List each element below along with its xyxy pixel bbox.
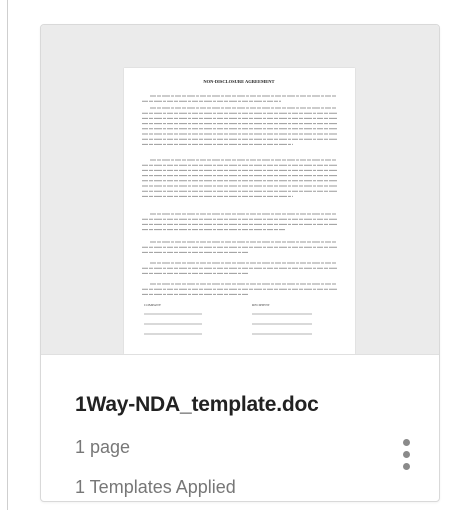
page-preview-graphic: NON-DISCLOSURE AGREEMENT COMPANY RECIPIE… — [142, 79, 337, 335]
preview-signature-right: RECIPIENT — [252, 303, 271, 307]
document-card[interactable]: NON-DISCLOSURE AGREEMENT COMPANY RECIPIE… — [40, 24, 440, 502]
panel-left-border — [7, 0, 8, 510]
templates-applied-count: 1 Templates Applied — [75, 477, 236, 497]
document-thumbnail[interactable]: NON-DISCLOSURE AGREEMENT COMPANY RECIPIE… — [41, 25, 439, 354]
card-divider — [41, 354, 439, 355]
preview-signature-left: COMPANY — [144, 303, 162, 307]
document-filename[interactable]: 1Way-NDA_template.doc — [75, 393, 415, 417]
page-count: 1 page — [75, 437, 131, 457]
document-page-preview: NON-DISCLOSURE AGREEMENT COMPANY RECIPIE… — [124, 68, 355, 354]
preview-doc-title: NON-DISCLOSURE AGREEMENT — [203, 79, 274, 84]
vertical-ellipsis-icon[interactable] — [395, 435, 419, 475]
